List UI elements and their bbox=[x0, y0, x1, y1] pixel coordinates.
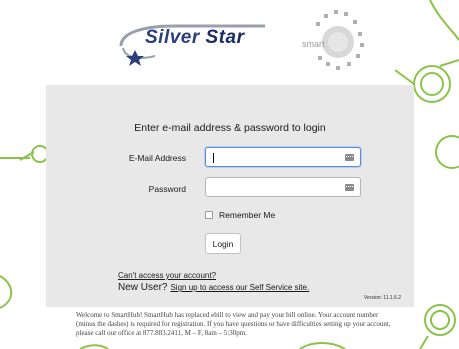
email-field[interactable] bbox=[205, 147, 361, 167]
password-manager-icon[interactable] bbox=[345, 184, 354, 191]
header-logos: Silver Star smart bbox=[0, 8, 459, 70]
version-text: Version: 11.1.6.2 bbox=[363, 295, 401, 301]
new-user-label: New User? bbox=[118, 282, 168, 293]
password-manager-icon[interactable] bbox=[345, 154, 354, 161]
remember-me-checkbox[interactable] bbox=[205, 211, 213, 219]
password-field[interactable] bbox=[205, 177, 361, 197]
login-panel: Enter e-mail address & password to login… bbox=[46, 85, 414, 307]
smarthub-logo: smart bbox=[298, 10, 373, 72]
new-user-row: New User? Sign up to access our Self Serv… bbox=[118, 282, 309, 293]
wordmark-silver: Silver bbox=[145, 27, 200, 48]
remember-me-row[interactable]: Remember Me bbox=[205, 210, 275, 220]
login-button[interactable]: Login bbox=[205, 233, 241, 254]
welcome-message: Welcome to SmartHub! SmartHub has replac… bbox=[76, 311, 391, 337]
signup-link[interactable]: Sign up to access our Self Service site. bbox=[170, 283, 309, 292]
silver-star-logo: Silver Star bbox=[115, 20, 275, 66]
cant-access-link[interactable]: Can't access your account? bbox=[118, 271, 216, 280]
wordmark-star: Star bbox=[205, 27, 245, 48]
password-label: Password bbox=[148, 184, 186, 194]
smarthub-wordmark: smart bbox=[302, 39, 325, 49]
remember-me-label[interactable]: Remember Me bbox=[219, 210, 275, 220]
email-label: E-Mail Address bbox=[128, 153, 186, 163]
login-title: Enter e-mail address & password to login bbox=[134, 122, 326, 134]
star-icon bbox=[126, 50, 144, 66]
text-caret bbox=[213, 153, 214, 163]
silver-star-wordmark: Silver Star bbox=[145, 27, 245, 49]
